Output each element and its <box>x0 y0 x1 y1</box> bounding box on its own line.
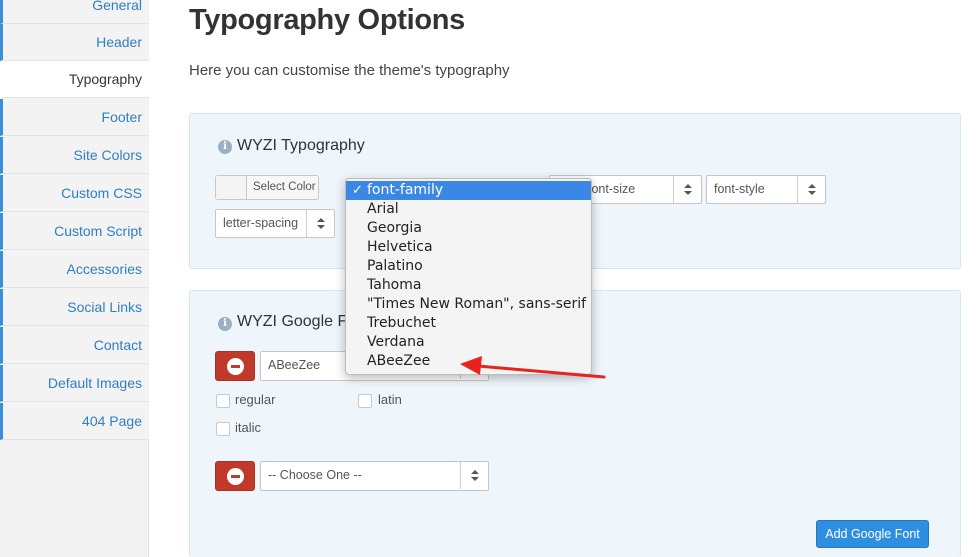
arrow-head <box>460 356 482 375</box>
annotation-arrow <box>460 356 606 379</box>
arrow-shaft <box>476 364 606 379</box>
